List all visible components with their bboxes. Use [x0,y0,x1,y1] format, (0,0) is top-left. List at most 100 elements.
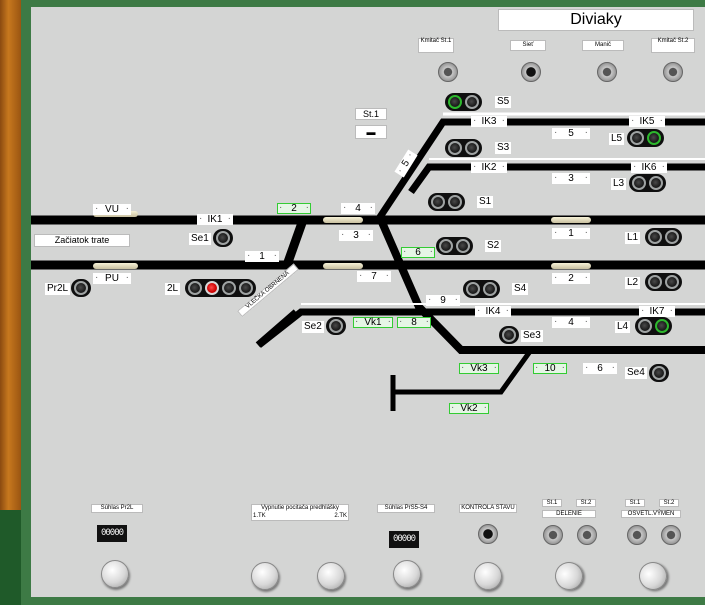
kontrola-stavu-label: KONTROLA STAVU [459,504,517,513]
track-no-1-left: 1 [245,250,279,262]
signal-pr2l[interactable] [71,279,91,297]
lamp-icon [649,176,663,190]
signal-l3-label: L3 [611,178,627,190]
signal-s5[interactable] [445,93,482,111]
osvetl-st1-button[interactable] [627,525,647,545]
lamp-icon [502,328,516,342]
kontrola-stavu-button[interactable] [478,524,498,544]
track-no-7: 7 [357,270,391,282]
track-no-2-left: 2 [277,202,311,214]
lamp-icon [630,131,644,145]
platform-main-lower-mid [323,263,363,269]
track-no-3-right: 3 [552,172,590,184]
delenie-label: DELENIE [542,510,596,518]
signal-l5-label: L5 [609,133,625,145]
manic-button[interactable] [597,62,617,82]
platform-track-1 [551,217,591,223]
lamp-icon [448,95,462,109]
signal-s5-label: S5 [495,96,512,108]
signal-s3[interactable] [445,139,482,157]
signal-s2-label: S2 [485,240,502,252]
vu-label: VU [93,203,131,215]
platform-main-upper-mid [323,217,363,223]
osvetl-st2-button[interactable] [661,525,681,545]
track-no-5-right: 5 [552,127,590,139]
suhlas-s5s4-label: Súhlas PrS5-S4 [377,504,435,513]
red-lamp-icon [205,281,219,295]
suhlas-s5s4-knob[interactable] [393,560,421,588]
signal-se2[interactable] [326,317,346,335]
signal-l1[interactable] [645,228,682,246]
signal-l5[interactable] [627,129,664,147]
lamp-icon [632,176,646,190]
signal-se2-label: Se2 [302,321,324,333]
tk1-knob[interactable] [251,562,279,590]
tk2-label: 2.TK [334,513,347,519]
track-crossover-left [282,218,308,267]
kontrola-stavu-knob[interactable] [474,562,502,590]
lamp-icon [647,131,661,145]
signal-se3-label: Se3 [521,330,543,342]
kmitac-st2-label: Kmitač St.2 [651,38,695,53]
platform-track-2 [551,263,591,269]
signal-s3-label: S3 [495,142,512,154]
lamp-icon [465,141,479,155]
st1-indicator: ▬ [355,125,387,139]
st1-label: St.1 [355,108,387,120]
lamp-icon [665,230,679,244]
kmitac-st1-button[interactable] [438,62,458,82]
kmitac-st2-button[interactable] [663,62,683,82]
siet-button[interactable] [521,62,541,82]
track-no-6: 6 [401,246,435,258]
track-no-6-lower: 6 [583,362,617,374]
track-start-label: Začiatok trate [34,234,130,247]
signal-se3[interactable] [499,326,519,344]
track-no-9: 9 [426,294,460,306]
lamp-icon [456,239,470,253]
lamp-icon [329,319,343,333]
suhlas-pr2l-label: Súhlas Pr2L [91,504,143,513]
track-no-4-left: 4 [341,202,375,214]
delenie-st2-label: St.2 [576,499,596,507]
track-no-vk1: Vk1 [353,316,393,328]
lamp-icon [648,275,662,289]
counter-pr2l: 00000 [97,525,127,542]
station-name: Diviaky [498,9,694,31]
lamp-icon [431,195,445,209]
track-no-vk3: Vk3 [459,362,499,374]
signal-se1[interactable] [213,229,233,247]
tk2-knob[interactable] [317,562,345,590]
lamp-icon [648,230,662,244]
signal-se4-label: Se4 [625,367,647,379]
osvetl-st2-label: St.2 [659,499,679,507]
signal-s4[interactable] [463,280,500,298]
signal-l2[interactable] [645,273,682,291]
signal-se4[interactable] [649,364,669,382]
signal-se1-label: Se1 [189,233,211,245]
signal-l2-label: L2 [625,277,641,289]
signal-2l[interactable] [185,279,256,297]
ik5-label: IK5 [629,115,665,127]
signal-l4[interactable] [635,317,672,335]
signal-s1[interactable] [428,193,465,211]
delenie-st1-button[interactable] [543,525,563,545]
lamp-icon [239,281,253,295]
lamp-icon [74,281,88,295]
signal-l4-label: L4 [615,321,631,333]
delenie-st2-button[interactable] [577,525,597,545]
signal-s2[interactable] [436,237,473,255]
track-no-1-right: 1 [552,227,590,239]
lamp-icon [638,319,652,333]
signal-l3[interactable] [629,174,666,192]
lamp-icon [188,281,202,295]
signal-s4-label: S4 [512,283,529,295]
delenie-st1-label: St.1 [542,499,562,507]
track-no-3-left: 3 [339,229,373,241]
lamp-icon [655,319,669,333]
lamp-icon [216,231,230,245]
kmitac-st1-label: Kmitač St.1 [418,38,454,53]
track-diagram-panel: Diviaky Kmitač St.1 Sieť Manič Kmitač St… [31,7,705,597]
ik1-label: IK1 [197,213,233,225]
ik6-label: IK6 [631,161,667,173]
suhlas-pr2l-knob[interactable] [101,560,129,588]
